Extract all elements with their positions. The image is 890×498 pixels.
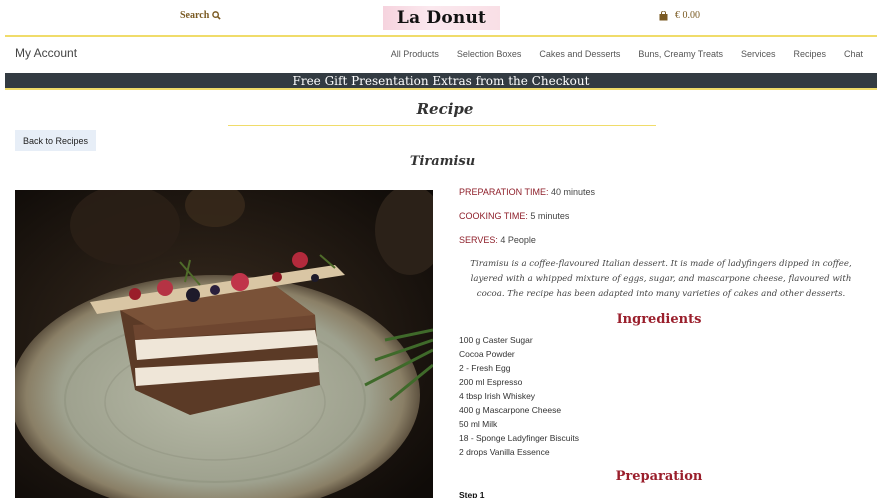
recipe-details: PREPARATION TIME: 40 minutes COOKING TIM… xyxy=(459,187,859,498)
serves: SERVES: 4 People xyxy=(459,235,859,245)
ingredient-item: 50 ml Milk xyxy=(459,419,498,429)
nav-selection-boxes[interactable]: Selection Boxes xyxy=(457,49,522,59)
site-logo[interactable]: La Donut xyxy=(383,6,500,30)
ingredient-item: 2 drops Vanilla Essence xyxy=(459,447,550,457)
recipe-description: Tiramisu is a coffee-flavoured Italian d… xyxy=(470,259,852,299)
serves-value: 4 People xyxy=(500,235,536,245)
cook-time-label: COOKING TIME: xyxy=(459,211,528,221)
serves-label: SERVES: xyxy=(459,235,498,245)
prep-time: PREPARATION TIME: 40 minutes xyxy=(459,187,859,197)
ingredient-item: 18 - Sponge Ladyfinger Biscuits xyxy=(459,433,580,443)
prep-time-label: PREPARATION TIME: xyxy=(459,187,549,197)
ingredients-heading: Ingredients xyxy=(616,312,702,327)
main-nav: My Account All Products Selection Boxes … xyxy=(0,37,890,71)
shopping-bag-icon xyxy=(659,10,668,20)
ingredient-item: 100 g Caster Sugar xyxy=(459,335,533,345)
ingredient-item: 400 g Mascarpone Cheese xyxy=(459,405,562,415)
tiramisu-photo xyxy=(15,190,433,498)
ingredient-item: Cocoa Powder xyxy=(459,349,515,359)
nav-cakes-desserts[interactable]: Cakes and Desserts xyxy=(539,49,620,59)
nav-chat[interactable]: Chat xyxy=(844,49,863,59)
recipe-name: Tiramisu xyxy=(409,154,476,169)
nav-recipes[interactable]: Recipes xyxy=(793,49,826,59)
back-to-recipes-button[interactable]: Back to Recipes xyxy=(15,130,96,151)
promo-banner: Free Gift Presentation Extras from the C… xyxy=(5,73,877,90)
preparation-heading: Preparation xyxy=(615,469,703,484)
ingredient-item: 2 - Fresh Egg xyxy=(459,363,511,373)
top-bar: Search La Donut € 0.00 xyxy=(0,0,890,35)
nav-buns-creamy-treats[interactable]: Buns, Creamy Treats xyxy=(638,49,723,59)
cook-time: COOKING TIME: 5 minutes xyxy=(459,211,859,221)
search-label: Search xyxy=(180,10,210,21)
nav-all-products[interactable]: All Products xyxy=(391,49,439,59)
ingredients-list: 100 g Caster Sugar Cocoa Powder 2 - Fres… xyxy=(459,333,859,459)
search-link[interactable]: Search xyxy=(180,10,221,21)
ingredient-item: 4 tbsp Irish Whiskey xyxy=(459,391,536,401)
title-underline xyxy=(228,125,656,126)
page-title: Recipe xyxy=(416,100,474,118)
cart-amount: € 0.00 xyxy=(675,10,700,21)
cook-time-value: 5 minutes xyxy=(530,211,570,221)
logo-text: La Donut xyxy=(396,8,487,28)
nav-links: All Products Selection Boxes Cakes and D… xyxy=(391,49,863,59)
step-label: Step 1 xyxy=(459,490,485,498)
nav-services[interactable]: Services xyxy=(741,49,776,59)
ingredient-item: 200 ml Espresso xyxy=(459,377,523,387)
search-icon xyxy=(212,11,221,20)
my-account-link[interactable]: My Account xyxy=(15,46,77,60)
cart-link[interactable]: € 0.00 xyxy=(659,10,700,21)
prep-time-value: 40 minutes xyxy=(551,187,596,197)
